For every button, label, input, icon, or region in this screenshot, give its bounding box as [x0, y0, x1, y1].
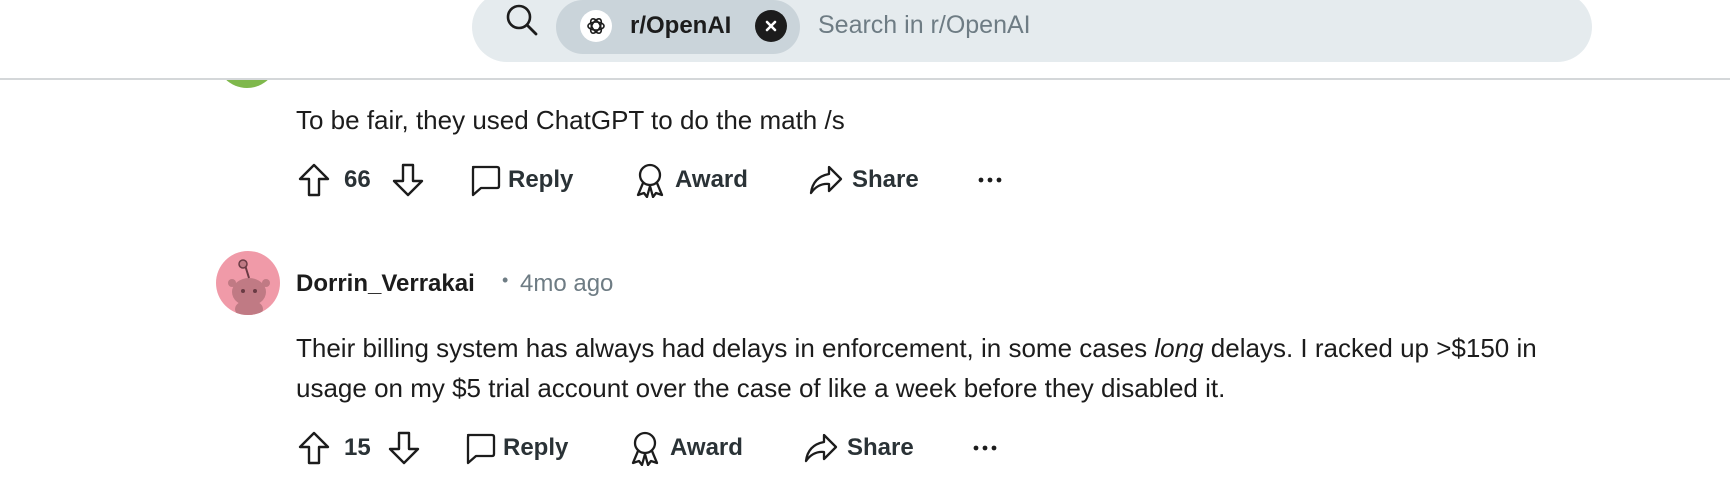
header: r/OpenAI Search in r/OpenAI: [0, 0, 1730, 80]
reddit-comment-thread: r/OpenAI Search in r/OpenAI To be fair, …: [0, 0, 1730, 488]
comment-text: Their billing system has always had dela…: [296, 328, 1537, 368]
comment-author[interactable]: Dorrin_Verrakai: [296, 270, 475, 298]
reply-button[interactable]: Reply: [468, 160, 588, 200]
comment-text-part: Their billing system has always had dela…: [296, 333, 1155, 363]
upvote-icon: [298, 431, 330, 465]
reply-label: Reply: [508, 166, 574, 193]
comment-icon: [471, 165, 501, 197]
reply-label: Reply: [503, 434, 569, 461]
share-label: Share: [847, 434, 914, 461]
downvote-icon: [392, 163, 424, 197]
upvote-button[interactable]: [296, 428, 332, 468]
award-icon: [636, 163, 664, 198]
upvote-button[interactable]: [296, 160, 332, 200]
downvote-button[interactable]: [390, 160, 426, 200]
close-icon[interactable]: [755, 10, 787, 42]
openai-logo-icon: [580, 10, 612, 42]
more-options-button[interactable]: [971, 428, 999, 468]
share-button[interactable]: Share: [803, 428, 928, 468]
award-button[interactable]: Award: [628, 428, 758, 468]
award-label: Award: [675, 166, 748, 193]
comment-timestamp[interactable]: 4mo ago: [520, 270, 613, 298]
meta-separator: •: [502, 270, 509, 290]
comment-text-part: delays. I racked up >$150 in: [1203, 333, 1537, 363]
share-icon: [804, 433, 838, 463]
comment-text-emphasis: long: [1154, 333, 1204, 363]
community-filter-chip[interactable]: r/OpenAI: [556, 0, 800, 54]
share-button[interactable]: Share: [808, 160, 933, 200]
vote-count: 66: [344, 166, 371, 193]
avatar[interactable]: [216, 251, 280, 315]
snoo-avatar-icon: [228, 259, 270, 315]
ellipsis-icon: [978, 177, 1002, 183]
award-label: Award: [670, 434, 743, 461]
ellipsis-icon: [973, 445, 997, 451]
community-chip-label: r/OpenAI: [630, 12, 732, 39]
more-options-button[interactable]: [976, 160, 1004, 200]
search-bar[interactable]: r/OpenAI Search in r/OpenAI: [472, 0, 1592, 62]
comment-text-line2: usage on my $5 trial account over the ca…: [296, 373, 1226, 403]
award-icon: [631, 431, 659, 466]
share-label: Share: [852, 166, 919, 193]
award-button[interactable]: Award: [633, 160, 763, 200]
reply-button[interactable]: Reply: [463, 428, 583, 468]
downvote-icon: [388, 431, 420, 465]
vote-count: 15: [344, 434, 371, 461]
search-input[interactable]: Search in r/OpenAI: [818, 11, 1031, 40]
downvote-button[interactable]: [386, 428, 422, 468]
share-icon: [809, 165, 843, 195]
comment-text: To be fair, they used ChatGPT to do the …: [296, 105, 845, 135]
upvote-icon: [298, 163, 330, 197]
search-icon[interactable]: [504, 2, 540, 38]
comment-icon: [466, 433, 496, 465]
